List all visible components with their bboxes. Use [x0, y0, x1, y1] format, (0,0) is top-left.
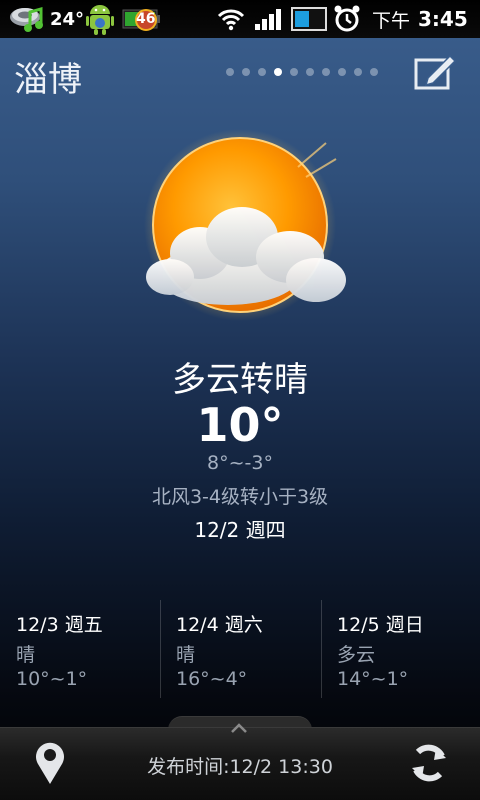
alarm-icon: [332, 0, 362, 38]
battery-level: 46: [136, 11, 156, 27]
forecast-day-3[interactable]: 12/5 週日 多云 14°~1°: [337, 600, 480, 700]
forecast-condition: 多云: [337, 644, 376, 666]
city-name[interactable]: 淄博: [14, 52, 82, 101]
page-dot: [322, 68, 330, 76]
page-dot: [370, 68, 378, 76]
status-clock: 3:45: [418, 7, 468, 31]
page-dot: [242, 68, 250, 76]
page-dot: [258, 68, 266, 76]
forecast-temperature-range: 16°~4°: [176, 668, 248, 690]
current-temperature-range: 8°~-3°: [207, 452, 273, 474]
forecast-condition: 晴: [16, 644, 36, 666]
forecast-date: 12/3 週五: [16, 614, 103, 636]
android-icon: [84, 0, 116, 38]
page-dot: [274, 68, 282, 76]
forecast-condition: 晴: [176, 644, 196, 666]
forecast-day-2[interactable]: 12/4 週六 晴 16°~4°: [176, 600, 321, 700]
forecast-day-1[interactable]: 12/3 週五 晴 10°~1°: [16, 600, 161, 700]
forecast-list: 12/3 週五 晴 10°~1° 12/4 週六 晴 16°~4° 12/5 週…: [0, 600, 480, 700]
sync-icon: [290, 0, 328, 38]
forecast-temperature-range: 14°~1°: [337, 668, 409, 690]
current-condition: 多云转晴: [172, 360, 308, 400]
page-dot: [290, 68, 298, 76]
wifi-icon: [216, 0, 246, 38]
music-note-icon: [22, 0, 44, 38]
chevron-up-icon[interactable]: [229, 720, 249, 734]
page-dot: [226, 68, 234, 76]
status-bar: 24° 46 下午 3:45: [0, 0, 480, 38]
page-dot: [354, 68, 362, 76]
edit-icon: [414, 54, 457, 90]
page-dot: [306, 68, 314, 76]
status-time-period: 下午: [372, 9, 411, 32]
partly-cloudy-sun-icon: [130, 125, 360, 335]
forecast-temperature-range: 10°~1°: [16, 668, 88, 690]
forecast-divider: [160, 600, 161, 698]
edit-button[interactable]: [412, 52, 458, 94]
refresh-button[interactable]: [406, 740, 452, 786]
forecast-divider: [321, 600, 322, 698]
page-indicator: [226, 68, 378, 76]
signal-icon: [254, 0, 284, 38]
current-date: 12/2 週四: [194, 518, 286, 542]
forecast-date: 12/5 週日: [337, 614, 424, 636]
current-temperature: 10°: [196, 398, 284, 452]
status-temperature: 24°: [50, 8, 85, 30]
forecast-date: 12/4 週六: [176, 614, 263, 636]
refresh-icon: [412, 744, 446, 782]
wind-description: 北风3-4级转小于3级: [151, 486, 329, 508]
page-dot: [338, 68, 346, 76]
